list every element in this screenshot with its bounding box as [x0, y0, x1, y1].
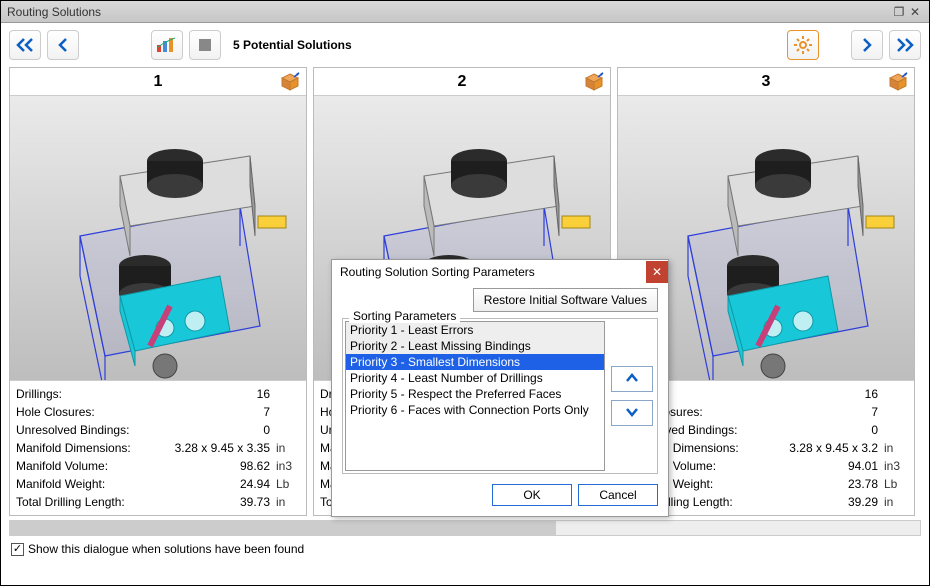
- stat-row: Manifold Weight: 24.94 Lb: [16, 475, 300, 493]
- sorting-parameters-legend: Sorting Parameters: [349, 309, 460, 323]
- stat-unit: in: [878, 493, 908, 511]
- stat-value: 16: [225, 385, 270, 403]
- stat-value: 94.01: [833, 457, 878, 475]
- stat-label: Manifold Volume:: [16, 457, 146, 475]
- cancel-button[interactable]: Cancel: [578, 484, 658, 506]
- stat-unit: in3: [878, 457, 908, 475]
- arrow-up-icon: [625, 372, 639, 384]
- card-header: 3: [618, 68, 914, 96]
- stat-unit: Lb: [878, 475, 908, 493]
- card-header: 2: [314, 68, 610, 96]
- stat-value: 7: [225, 403, 270, 421]
- priority-item[interactable]: Priority 2 - Least Missing Bindings: [346, 338, 604, 354]
- stat-label: Manifold Weight:: [16, 475, 146, 493]
- horizontal-scrollbar[interactable]: [9, 520, 921, 536]
- stat-unit: in3: [270, 457, 300, 475]
- double-chevron-right-icon: [895, 37, 915, 53]
- stat-value: 39.73: [225, 493, 270, 511]
- solution-number: 1: [154, 73, 163, 91]
- stat-label: Hole Closures:: [16, 403, 146, 421]
- stat-label: Total Drilling Length:: [16, 493, 146, 511]
- chevron-left-icon: [56, 37, 70, 53]
- priority-listbox[interactable]: Priority 1 - Least ErrorsPriority 2 - Le…: [345, 321, 605, 471]
- close-icon[interactable]: ✕: [907, 5, 923, 19]
- solution-stats: Drillings: 16 Hole Closures: 7 Unresolve…: [10, 381, 306, 515]
- stat-value: 98.62: [225, 457, 270, 475]
- stat-unit: in: [878, 439, 908, 457]
- stat-unit: in: [270, 493, 300, 511]
- priority-item[interactable]: Priority 1 - Least Errors: [346, 322, 604, 338]
- orient-cube-icon[interactable]: [280, 72, 300, 97]
- stat-value: 0: [833, 421, 878, 439]
- arrow-down-icon: [625, 406, 639, 418]
- sorting-parameters-group: Sorting Parameters Priority 1 - Least Er…: [342, 318, 658, 474]
- stat-value: 24.94: [225, 475, 270, 493]
- stat-value: 0: [225, 421, 270, 439]
- stat-row: Manifold Dimensions: 3.28 x 9.45 x 3.35 …: [16, 439, 300, 457]
- gear-icon: [794, 36, 812, 54]
- ok-button[interactable]: OK: [492, 484, 572, 506]
- stat-row: Unresolved Bindings: 0: [16, 421, 300, 439]
- solution-number: 3: [762, 73, 771, 91]
- solutions-count-label: 5 Potential Solutions: [233, 38, 352, 52]
- first-button[interactable]: [9, 30, 41, 60]
- priority-item[interactable]: Priority 3 - Smallest Dimensions: [346, 354, 604, 370]
- stat-value: 3.28 x 9.45 x 3.2: [754, 439, 878, 457]
- card-header: 1: [10, 68, 306, 96]
- priority-item[interactable]: Priority 5 - Respect the Preferred Faces: [346, 386, 604, 402]
- stat-row: Drillings: 16: [16, 385, 300, 403]
- stat-value: 7: [833, 403, 878, 421]
- manifold-preview-icon: [10, 96, 306, 381]
- dialog-title: Routing Solution Sorting Parameters: [340, 265, 535, 279]
- stat-row: Total Drilling Length: 39.73 in: [16, 493, 300, 511]
- restore-defaults-button[interactable]: Restore Initial Software Values: [473, 288, 658, 312]
- stat-unit: Lb: [270, 475, 300, 493]
- stat-unit: in: [270, 439, 300, 457]
- next-button[interactable]: [851, 30, 883, 60]
- double-chevron-left-icon: [15, 37, 35, 53]
- stat-row: Manifold Volume: 98.62 in3: [16, 457, 300, 475]
- solution-card[interactable]: 1 Drillings: 16 Hole Clos: [9, 67, 307, 516]
- stat-value: 16: [833, 385, 878, 403]
- stop-icon: [198, 38, 212, 52]
- last-button[interactable]: [889, 30, 921, 60]
- priority-item[interactable]: Priority 4 - Least Number of Drillings: [346, 370, 604, 386]
- orient-cube-icon[interactable]: [584, 72, 604, 97]
- chevron-right-icon: [860, 37, 874, 53]
- stat-label: Unresolved Bindings:: [16, 421, 146, 439]
- priority-item[interactable]: Priority 6 - Faces with Connection Ports…: [346, 402, 604, 418]
- window-title: Routing Solutions: [7, 5, 101, 19]
- prev-button[interactable]: [47, 30, 79, 60]
- maximize-icon[interactable]: ❐: [891, 5, 907, 19]
- bar-chart-icon: [156, 37, 178, 53]
- bar-chart-button[interactable]: [151, 30, 183, 60]
- solution-number: 2: [458, 73, 467, 91]
- footer: ✓ Show this dialogue when solutions have…: [1, 538, 929, 564]
- settings-button[interactable]: [787, 30, 819, 60]
- routing-solutions-window: Routing Solutions ❐ ✕ 5 Potential Soluti…: [0, 0, 930, 586]
- stat-row: Hole Closures: 7: [16, 403, 300, 421]
- stat-value: 39.29: [833, 493, 878, 511]
- close-icon[interactable]: ✕: [646, 261, 668, 283]
- show-dialogue-label: Show this dialogue when solutions have b…: [28, 542, 304, 556]
- toolbar: 5 Potential Solutions: [1, 23, 929, 67]
- stat-value: 3.28 x 9.45 x 3.35: [146, 439, 270, 457]
- stat-label: Manifold Dimensions:: [16, 439, 146, 457]
- stat-label: Drillings:: [16, 385, 146, 403]
- stop-button[interactable]: [189, 30, 221, 60]
- stat-value: 23.78: [833, 475, 878, 493]
- show-dialogue-checkbox[interactable]: ✓: [11, 543, 24, 556]
- orient-cube-icon[interactable]: [888, 72, 908, 97]
- move-down-button[interactable]: [611, 400, 653, 426]
- solution-preview[interactable]: [10, 96, 306, 381]
- sorting-parameters-dialog: Routing Solution Sorting Parameters ✕ Re…: [331, 259, 669, 517]
- window-titlebar: Routing Solutions ❐ ✕: [1, 1, 929, 23]
- move-up-button[interactable]: [611, 366, 653, 392]
- dialog-titlebar: Routing Solution Sorting Parameters ✕: [332, 260, 668, 284]
